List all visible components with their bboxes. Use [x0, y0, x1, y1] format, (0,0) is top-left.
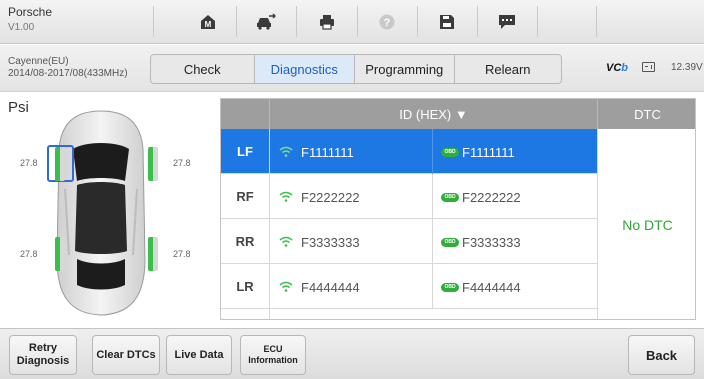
top-toolbar: Porsche V1.00 M ? [0, 0, 704, 44]
toolbar-divider [417, 6, 418, 37]
pressure-unit: Psi [8, 99, 29, 116]
vehicle-model: Cayenne(EU) [8, 56, 69, 67]
home-icon: M [201, 14, 215, 29]
tab-diagnostics[interactable]: Diagnostics [254, 55, 356, 83]
battery-icon [642, 62, 655, 72]
clear-dtcs-button[interactable]: Clear DTCs [92, 335, 160, 375]
car-top-view-image [56, 110, 146, 316]
help-button[interactable]: ? [361, 5, 413, 38]
tyre-pressure-rr: 27.8 [173, 249, 191, 259]
ecu-id: F3333333 [462, 235, 521, 250]
wireless-signal-icon [279, 146, 293, 157]
vci-label: VC [606, 62, 622, 74]
app-title: Porsche [8, 5, 53, 19]
column-divider [432, 129, 433, 174]
row-position: RF [236, 189, 254, 204]
ecu-information-button[interactable]: ECU Information [240, 335, 306, 375]
obd-icon: OBD [441, 148, 459, 157]
save-button[interactable] [421, 5, 473, 38]
toolbar-divider [537, 6, 538, 37]
column-header-id[interactable]: ID (HEX) ▼ [269, 99, 597, 129]
function-tabs: Check Diagnostics Programming Relearn [150, 54, 562, 84]
row-position: RR [235, 234, 255, 249]
obd-icon: OBD [441, 283, 459, 292]
vehicle-dates: 2014/08-2017/08(433MHz) [8, 68, 128, 79]
vehicle-swap-button[interactable] [240, 5, 292, 38]
toolbar-divider [596, 6, 597, 37]
sensor-id-table: ID (HEX) ▼ DTC LF F1111111 OBD F1111111 … [220, 98, 696, 320]
tab-check[interactable]: Check [151, 55, 255, 83]
vehicle-swap-icon [257, 13, 276, 30]
back-button[interactable]: Back [628, 335, 695, 375]
battery-voltage: 12.39V [671, 62, 703, 73]
svg-text:M: M [205, 20, 212, 29]
toolbar-divider [236, 6, 237, 37]
message-icon [499, 14, 515, 29]
row-position: LF [237, 144, 253, 159]
help-icon: ? [379, 14, 395, 29]
sensor-id: F4444444 [301, 280, 360, 295]
column-divider [432, 264, 433, 309]
ecu-id: F4444444 [462, 280, 521, 295]
dtc-status: No DTC [597, 129, 695, 319]
vci-indicator: VCb [606, 62, 628, 74]
tyre-pressure-lf: 27.8 [20, 158, 38, 168]
svg-text:?: ? [384, 17, 391, 29]
tyre-sensor-lf[interactable] [55, 147, 65, 181]
table-row-lr[interactable]: LR F4444444 OBD F4444444 [221, 264, 597, 309]
sensor-id: F1111111 [301, 145, 354, 160]
tyre-pressure-rf: 27.8 [173, 158, 191, 168]
home-button[interactable]: M [182, 5, 234, 38]
tyre-pressure-lr: 27.8 [20, 249, 38, 259]
tyre-sensor-rr[interactable] [148, 237, 158, 271]
wireless-signal-icon [279, 236, 293, 247]
toolbar-divider [296, 6, 297, 37]
save-icon [440, 14, 454, 29]
message-button[interactable] [481, 5, 533, 38]
print-button[interactable] [301, 5, 353, 38]
table-row-rr[interactable]: RR F3333333 OBD F3333333 [221, 219, 597, 264]
column-header-dtc: DTC [597, 99, 695, 129]
toolbar-divider [357, 6, 358, 37]
obd-icon: OBD [441, 238, 459, 247]
vehicle-bar: Cayenne(EU) 2014/08-2017/08(433MHz) Chec… [0, 45, 704, 92]
sensor-id: F3333333 [301, 235, 360, 250]
wireless-signal-icon [279, 191, 293, 202]
wireless-signal-icon [279, 281, 293, 292]
tyre-sensor-lr[interactable] [55, 237, 65, 271]
sensor-id: F2222222 [301, 190, 360, 205]
tab-relearn[interactable]: Relearn [455, 55, 561, 83]
tyre-sensor-rf[interactable] [148, 147, 158, 181]
table-header: ID (HEX) ▼ DTC [221, 99, 695, 129]
live-data-button[interactable]: Live Data [166, 335, 232, 375]
footer-bar: Retry Diagnosis Clear DTCs Live Data ECU… [0, 328, 704, 379]
column-divider [432, 219, 433, 264]
vci-accent: b [621, 62, 629, 74]
obd-icon: OBD [441, 193, 459, 202]
print-icon [320, 14, 334, 30]
table-row-rf[interactable]: RF F2222222 OBD F2222222 [221, 174, 597, 219]
toolbar-divider [477, 6, 478, 37]
app-version: V1.00 [8, 22, 35, 33]
table-row-lf[interactable]: LF F1111111 OBD F1111111 [221, 129, 597, 174]
toolbar-divider [153, 6, 154, 37]
column-divider [432, 174, 433, 219]
ecu-id: F1111111 [462, 145, 515, 160]
ecu-id: F2222222 [462, 190, 521, 205]
tab-programming[interactable]: Programming [355, 55, 455, 83]
column-divider [269, 129, 270, 319]
retry-diagnosis-button[interactable]: Retry Diagnosis [9, 335, 77, 375]
row-position: LR [236, 279, 254, 294]
